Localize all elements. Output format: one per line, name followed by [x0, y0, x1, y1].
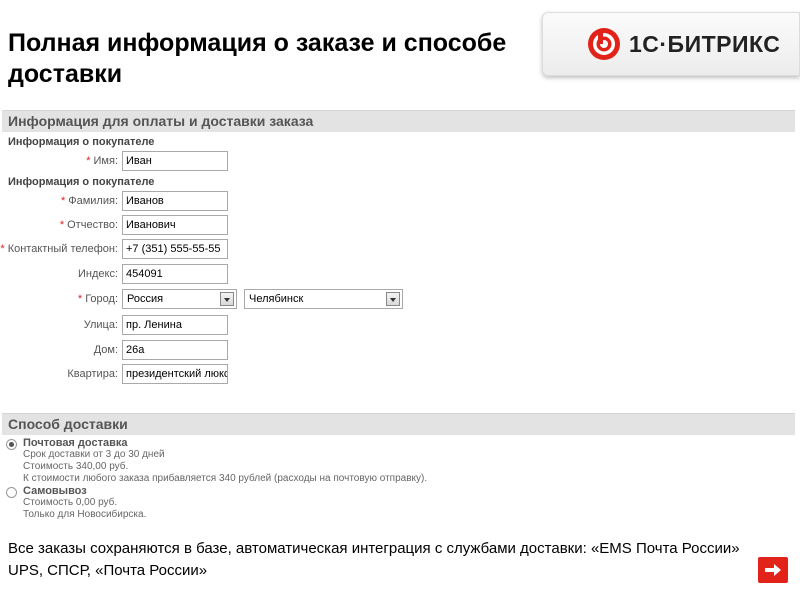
required-star: *	[0, 243, 5, 255]
required-star: *	[60, 195, 66, 207]
bitrix-logo-icon	[588, 28, 620, 60]
required-star: *	[86, 155, 91, 167]
page-title: Полная информация о заказе и способе дос…	[8, 29, 507, 88]
delivery-radio-pickup[interactable]	[6, 487, 17, 498]
zip-input[interactable]: 454091	[122, 264, 228, 284]
apartment-label: Квартира:	[67, 368, 118, 380]
name-label: * Имя:	[86, 155, 118, 167]
zip-row: Индекс: 454091	[0, 264, 240, 286]
house-row: Дом: 26а	[0, 340, 240, 362]
apartment-input[interactable]: президентский люкс	[122, 364, 228, 384]
delivery-option-line: Только для Новосибирска.	[23, 509, 147, 520]
delivery-option-name: Самовывоз	[23, 485, 87, 497]
city-row: * Город: Россия Челябинск	[0, 289, 420, 311]
country-select[interactable]: Россия	[122, 289, 237, 309]
next-slide-button[interactable]	[758, 557, 788, 583]
required-star: *	[77, 293, 83, 305]
city-label: * Город:	[77, 293, 118, 305]
house-label: Дом:	[93, 344, 118, 356]
brand-logo-panel: 1С·БИТРИКС	[542, 12, 800, 76]
chevron-down-icon[interactable]	[220, 292, 234, 306]
city-select-value: Челябинск	[249, 293, 304, 305]
surname-row: * Фамилия: Иванов	[0, 191, 240, 213]
street-input[interactable]: пр. Ленина	[122, 315, 228, 335]
patronymic-input[interactable]: Иванович	[122, 215, 228, 235]
delivery-option-line: Срок доставки от 3 до 30 дней	[23, 449, 165, 460]
surname-input[interactable]: Иванов	[122, 191, 228, 211]
brand-name: 1С·БИТРИКС	[629, 30, 781, 57]
house-input[interactable]: 26а	[122, 340, 228, 360]
delivery-option-line: Стоимость 340,00 руб.	[23, 461, 129, 472]
chevron-down-icon[interactable]	[386, 292, 400, 306]
name-input[interactable]: Иван	[122, 151, 228, 171]
delivery-radio-post[interactable]	[6, 439, 17, 450]
country-select-value: Россия	[127, 293, 164, 305]
phone-input[interactable]: +7 (351) 555-55-55	[122, 239, 228, 259]
required-star: *	[59, 219, 65, 231]
city-select[interactable]: Челябинск	[244, 289, 403, 309]
delivery-section-header: Способ доставки	[2, 413, 795, 435]
delivery-option-line: Стоимость 0,00 руб.	[23, 497, 118, 508]
delivery-option-line: К стоимости любого заказа прибавляется 3…	[23, 473, 428, 484]
apartment-row: Квартира: президентский люкс	[0, 364, 240, 386]
arrow-right-icon	[765, 564, 781, 576]
buyer-info-heading-2: Информация о покупателе	[8, 176, 155, 188]
street-row: Улица: пр. Ленина	[0, 315, 240, 337]
order-info-section-header: Информация для оплаты и доставки заказа	[2, 110, 795, 132]
patronymic-row: * Отчество: Иванович	[0, 215, 240, 237]
slide-footer-text: Все заказы сохраняются в базе, автоматич…	[8, 540, 740, 579]
phone-label: * Контактный телефон:	[0, 243, 118, 255]
zip-label: Индекс:	[77, 268, 118, 280]
buyer-info-heading: Информация о покупателе	[8, 136, 155, 148]
delivery-option-name: Почтовая доставка	[23, 437, 128, 449]
phone-row: * Контактный телефон: +7 (351) 555-55-55	[0, 239, 240, 261]
surname-label: * Фамилия:	[60, 195, 118, 207]
name-row: * Имя: Иван	[0, 151, 240, 173]
patronymic-label: * Отчество:	[59, 219, 118, 231]
street-label: Улица:	[83, 319, 118, 331]
